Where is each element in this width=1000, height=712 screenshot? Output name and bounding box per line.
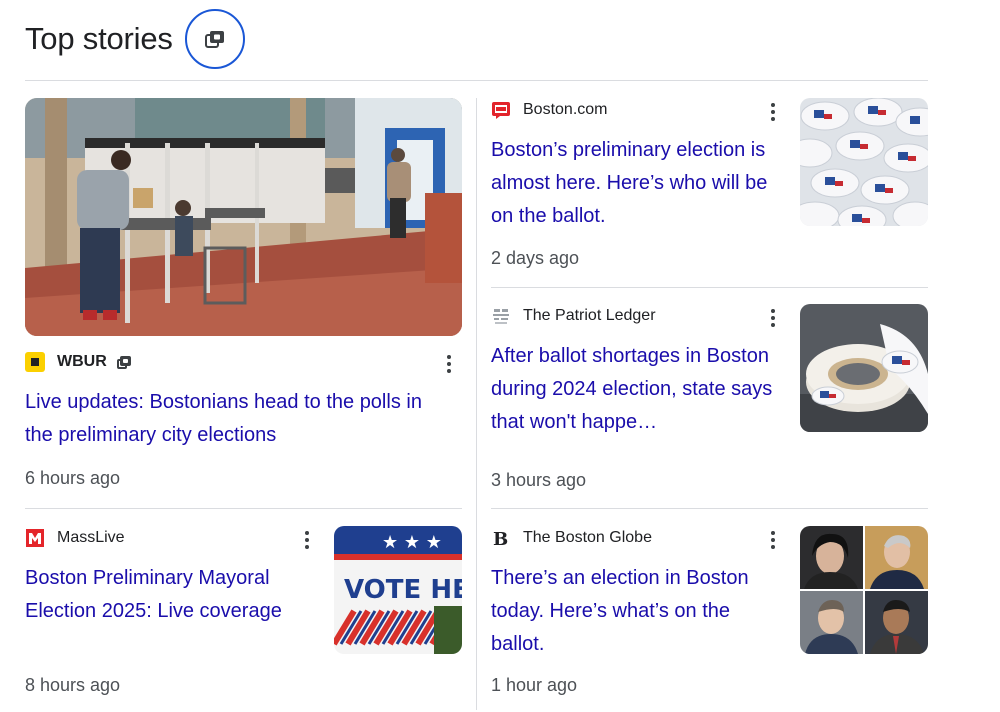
left-row-divider bbox=[25, 508, 462, 509]
i-voted-sticker-roll-photo bbox=[800, 304, 928, 432]
story-image-i-voted-stickers[interactable] bbox=[800, 98, 928, 226]
full-coverage-button[interactable] bbox=[184, 9, 245, 69]
story-time: 1 hour ago bbox=[491, 675, 578, 695]
section-title: Top stories bbox=[25, 21, 173, 56]
story-headline[interactable]: After ballot shortages in Boston during … bbox=[491, 340, 786, 439]
story-headline[interactable]: Boston’s preliminary election is almost … bbox=[491, 134, 786, 233]
more-options-button[interactable] bbox=[763, 100, 783, 124]
source-name: The Patriot Ledger bbox=[523, 307, 656, 324]
source-name: Boston.com bbox=[523, 101, 608, 118]
story-source: WBUR bbox=[25, 350, 462, 374]
vote-here-sign-photo: ★ ★ ★ VOTE HERE bbox=[334, 526, 462, 654]
right-row-divider-1 bbox=[491, 287, 928, 288]
masslive-logo bbox=[25, 528, 45, 548]
source-name: The Boston Globe bbox=[523, 529, 652, 546]
boston-globe-logo: B bbox=[491, 528, 511, 548]
patriot-ledger-logo bbox=[491, 306, 511, 326]
boston-com-logo bbox=[491, 100, 511, 120]
more-options-button[interactable] bbox=[763, 528, 783, 552]
svg-text:B: B bbox=[493, 529, 508, 548]
more-options-button[interactable] bbox=[763, 306, 783, 330]
story-headline[interactable]: Live updates: Bostonians head to the pol… bbox=[25, 386, 455, 452]
full-coverage-icon bbox=[116, 355, 131, 369]
source-name: WBUR bbox=[57, 353, 107, 370]
story-time: 2 days ago bbox=[491, 248, 580, 268]
top-stories-header: Top stories bbox=[25, 8, 245, 70]
story-headline[interactable]: Boston Preliminary Mayoral Election 2025… bbox=[25, 562, 320, 628]
story-image-polling-station[interactable] bbox=[25, 98, 462, 336]
column-divider bbox=[476, 98, 477, 710]
right-row-divider-2 bbox=[491, 508, 928, 509]
story-time: 6 hours ago bbox=[25, 468, 121, 488]
source-name: MassLive bbox=[57, 529, 125, 546]
i-voted-stickers-photo bbox=[800, 98, 928, 226]
story-time: 8 hours ago bbox=[25, 675, 121, 695]
story-headline[interactable]: There’s an election in Boston today. Her… bbox=[491, 562, 786, 661]
story-card-wbur[interactable]: WBUR Live updates: Bostonians head to th… bbox=[25, 350, 462, 495]
polling-station-photo bbox=[25, 98, 462, 336]
story-image-vote-here[interactable]: ★ ★ ★ VOTE HERE bbox=[334, 526, 462, 654]
story-time: 3 hours ago bbox=[491, 470, 587, 490]
svg-text:★ ★ ★: ★ ★ ★ bbox=[382, 532, 442, 553]
header-divider bbox=[25, 80, 928, 81]
wbur-logo bbox=[25, 352, 45, 372]
full-coverage-icon bbox=[204, 30, 225, 48]
story-image-candidates[interactable] bbox=[800, 526, 928, 654]
vote-here-text: VOTE HERE bbox=[344, 575, 462, 605]
story-image-sticker-roll[interactable] bbox=[800, 304, 928, 432]
more-options-button[interactable] bbox=[297, 528, 317, 552]
candidates-headshots-photo bbox=[800, 526, 928, 654]
more-options-button[interactable] bbox=[439, 352, 459, 376]
